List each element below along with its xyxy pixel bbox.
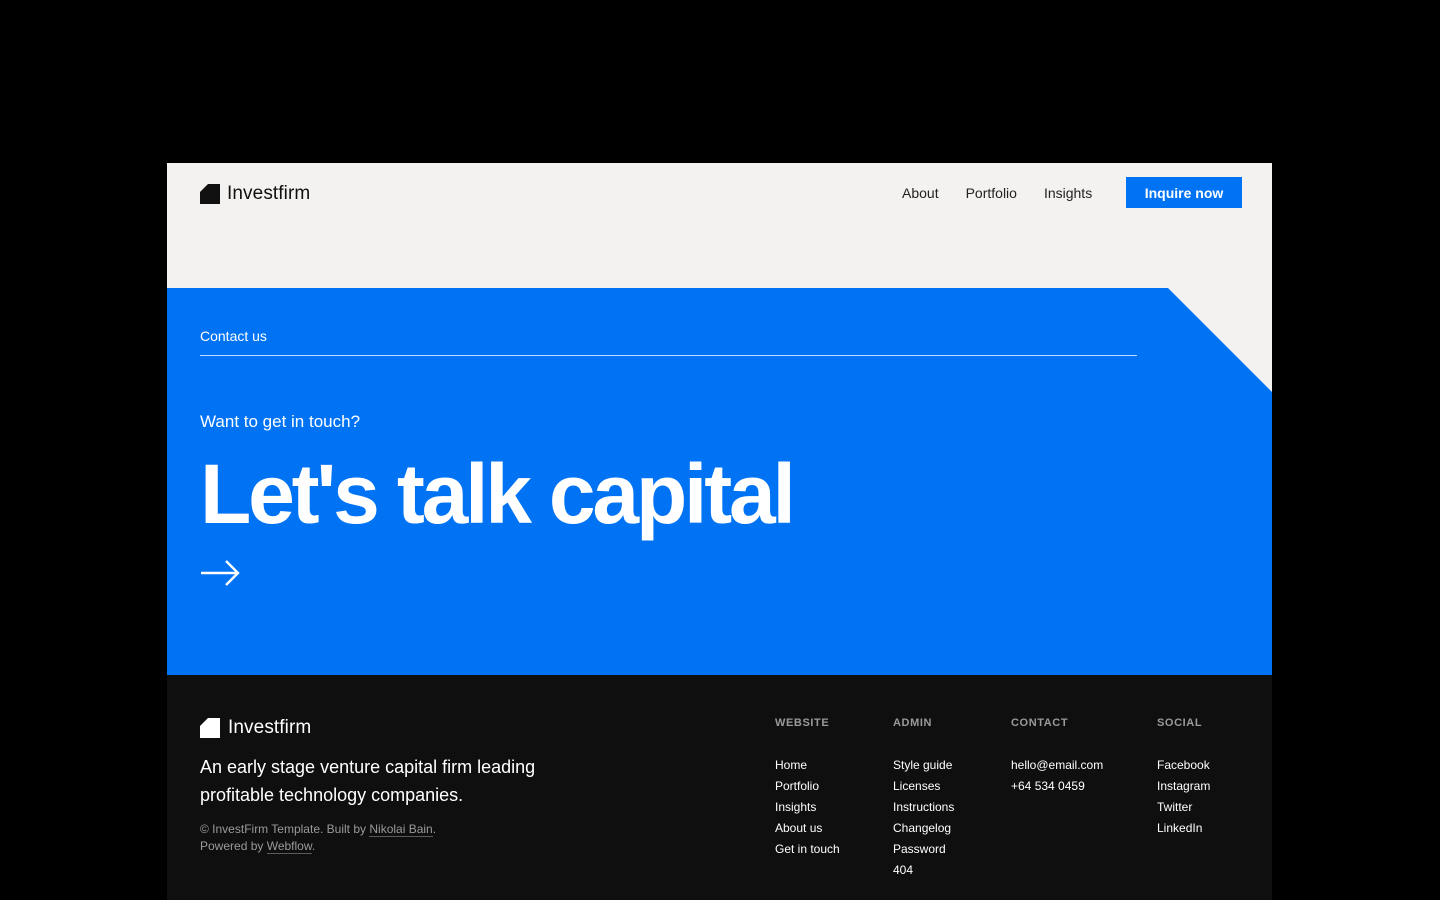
credits-built-by: © InvestFirm Template. Built by bbox=[200, 822, 367, 836]
section-divider bbox=[200, 355, 1137, 356]
footer-link-portfolio[interactable]: Portfolio bbox=[775, 779, 819, 793]
hero-corner-cut bbox=[1168, 288, 1272, 392]
page-frame: Investfirm About Portfolio Insights Inqu… bbox=[167, 163, 1272, 900]
hero-eyebrow: Want to get in touch? bbox=[200, 412, 361, 431]
brand-logo-link[interactable]: Investfirm bbox=[200, 182, 310, 206]
footer-link-404[interactable]: 404 bbox=[893, 863, 913, 877]
nav-portfolio[interactable]: Portfolio bbox=[966, 185, 1017, 201]
footer-col-heading: CONTACT bbox=[1011, 717, 1069, 729]
arrow-right-icon[interactable] bbox=[200, 558, 240, 588]
footer-brand-link[interactable]: Investfirm bbox=[200, 716, 311, 740]
footer-tagline: An early stage venture capital firm lead… bbox=[200, 757, 536, 805]
footer-col-admin: ADMIN Style guide Licenses Instructions … bbox=[893, 716, 954, 880]
site-header: Investfirm About Portfolio Insights Inqu… bbox=[167, 163, 1272, 288]
footer-link-home[interactable]: Home bbox=[775, 758, 807, 772]
footer-col-heading: ADMIN bbox=[893, 717, 933, 729]
webflow-link[interactable]: Webflow bbox=[266, 839, 312, 854]
footer-link-facebook[interactable]: Facebook bbox=[1157, 758, 1210, 772]
footer-link-style-guide[interactable]: Style guide bbox=[893, 758, 952, 772]
footer-col-heading: SOCIAL bbox=[1157, 717, 1203, 729]
footer-link-licenses[interactable]: Licenses bbox=[893, 779, 940, 793]
footer-link-phone[interactable]: +64 534 0459 bbox=[1011, 779, 1085, 793]
footer-brand-name: Investfirm bbox=[228, 717, 312, 738]
footer-col-website: WEBSITE Home Portfolio Insights About us… bbox=[775, 716, 840, 859]
section-label: Contact us bbox=[200, 328, 267, 344]
hero-title: Let's talk capital bbox=[200, 447, 796, 541]
credits-powered-by: Powered by bbox=[200, 839, 264, 853]
footer-link-insights[interactable]: Insights bbox=[775, 800, 816, 814]
nav-insights[interactable]: Insights bbox=[1044, 185, 1092, 201]
footer-link-instagram[interactable]: Instagram bbox=[1157, 779, 1210, 793]
footer-link-email[interactable]: hello@email.com bbox=[1011, 758, 1103, 772]
main-nav: About Portfolio Insights bbox=[902, 183, 1119, 203]
credits-period: . bbox=[432, 822, 437, 836]
footer-link-twitter[interactable]: Twitter bbox=[1157, 800, 1192, 814]
footer-link-changelog[interactable]: Changelog bbox=[893, 821, 951, 835]
site-footer: Investfirm An early stage venture capita… bbox=[167, 675, 1272, 900]
logo-icon bbox=[200, 718, 220, 738]
author-link[interactable]: Nikolai Bain bbox=[369, 822, 433, 837]
nav-about[interactable]: About bbox=[902, 185, 939, 201]
footer-link-get-in-touch[interactable]: Get in touch bbox=[775, 842, 840, 856]
footer-link-password[interactable]: Password bbox=[893, 842, 946, 856]
contact-hero: Contact us Want to get in touch? Let's t… bbox=[167, 288, 1272, 675]
footer-col-contact: CONTACT hello@email.com +64 534 0459 bbox=[1011, 716, 1103, 796]
footer-credits: © InvestFirm Template. Built by Nikolai … bbox=[200, 821, 436, 855]
logo-icon bbox=[200, 184, 220, 204]
brand-name: Investfirm bbox=[227, 183, 311, 204]
footer-link-linkedin[interactable]: LinkedIn bbox=[1157, 821, 1202, 835]
credits-period: . bbox=[311, 839, 316, 853]
footer-col-heading: WEBSITE bbox=[775, 717, 830, 729]
inquire-now-button[interactable]: Inquire now bbox=[1126, 177, 1242, 208]
footer-link-about-us[interactable]: About us bbox=[775, 821, 822, 835]
footer-col-social: SOCIAL Facebook Instagram Twitter Linked… bbox=[1157, 716, 1210, 838]
footer-link-instructions[interactable]: Instructions bbox=[893, 800, 954, 814]
